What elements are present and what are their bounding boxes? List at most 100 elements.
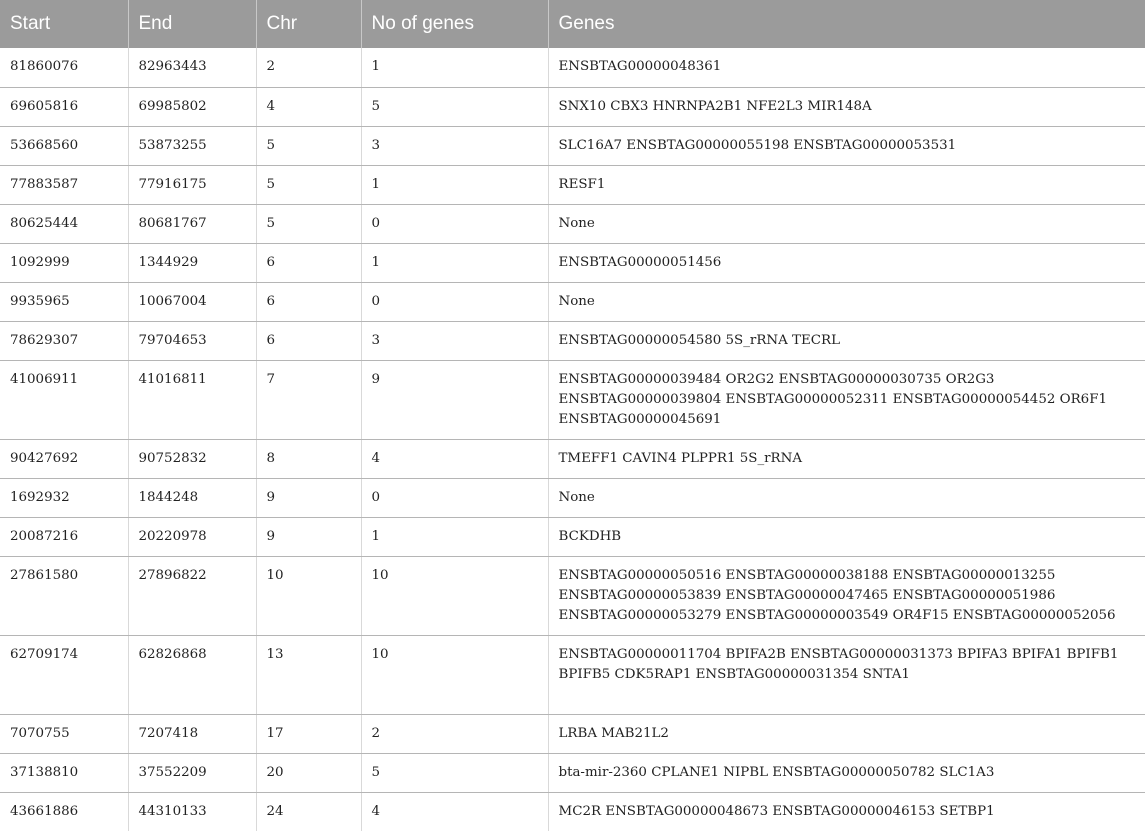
table-row: 78629307 79704653 6 3 ENSBTAG00000054580… [0,321,1145,361]
cell-genes: BCKDHB [547,517,1145,557]
cell-end: 90752832 [127,439,256,479]
table-row: 20087216 20220978 9 1 BCKDHB [0,517,1145,557]
cell-gene-count: 1 [360,517,548,557]
cell-start: 37138810 [0,753,128,793]
cell-genes: ENSBTAG00000050516 ENSBTAG00000038188 EN… [547,556,1145,636]
cell-gene-count: 0 [360,204,548,244]
table-row: 1092999 1344929 6 1 ENSBTAG00000051456 [0,243,1145,283]
cell-genes: SNX10 CBX3 HNRNPA2B1 NFE2L3 MIR148A [547,87,1145,127]
cell-end: 41016811 [127,360,256,440]
cell-genes: None [547,204,1145,244]
cell-end: 7207418 [127,714,256,754]
cell-genes: ENSBTAG00000011704 BPIFA2B ENSBTAG000000… [547,635,1145,715]
cell-chr: 7 [255,360,361,440]
cell-genes: ENSBTAG00000039484 OR2G2 ENSBTAG00000030… [547,360,1145,440]
cell-chr: 5 [255,204,361,244]
cell-start: 9935965 [0,282,128,322]
table-row: 37138810 37552209 20 5 bta-mir-2360 CPLA… [0,753,1145,793]
table-row: 7070755 7207418 17 2 LRBA MAB21L2 [0,714,1145,754]
cell-start: 1092999 [0,243,128,283]
header-chr: Chr [255,0,361,48]
cell-gene-count: 1 [360,243,548,283]
cell-genes: bta-mir-2360 CPLANE1 NIPBL ENSBTAG000000… [547,753,1145,793]
cell-start: 20087216 [0,517,128,557]
cell-chr: 2 [255,48,361,88]
cell-gene-count: 2 [360,714,548,754]
cell-genes: MC2R ENSBTAG00000048673 ENSBTAG000000461… [547,792,1145,831]
cell-gene-count: 1 [360,48,548,88]
table-row: 69605816 69985802 4 5 SNX10 CBX3 HNRNPA2… [0,87,1145,127]
table-row: 77883587 77916175 5 1 RESF1 [0,165,1145,205]
cell-genes: LRBA MAB21L2 [547,714,1145,754]
genes-table: Start End Chr No of genes Genes 81860076… [0,0,1145,831]
cell-chr: 6 [255,282,361,322]
header-row: Start End Chr No of genes Genes [0,0,1145,48]
cell-chr: 9 [255,517,361,557]
table-row: 90427692 90752832 8 4 TMEFF1 CAVIN4 PLPP… [0,439,1145,479]
cell-start: 27861580 [0,556,128,636]
cell-gene-count: 10 [360,556,548,636]
cell-genes: ENSBTAG00000051456 [547,243,1145,283]
table-row: 9935965 10067004 6 0 None [0,282,1145,322]
cell-start: 43661886 [10,803,79,819]
header-start: Start [10,13,51,34]
cell-genes: ENSBTAG00000054580 5S_rRNA TECRL [547,321,1145,361]
cell-start: 78629307 [0,321,128,361]
cell-end: 82963443 [127,48,256,88]
table-row: 81860076 82963443 2 1 ENSBTAG00000048361 [0,48,1145,88]
table-body: 81860076 82963443 2 1 ENSBTAG00000048361… [0,48,1145,831]
cell-end: 53873255 [127,126,256,166]
cell-gene-count: 4 [360,792,548,831]
cell-start: 90427692 [0,439,128,479]
table-header: Start End Chr No of genes Genes [0,0,1145,48]
header-genes: Genes [547,0,1145,48]
cell-start: 62709174 [0,635,128,715]
cell-start: 7070755 [0,714,128,754]
cell-end: 37552209 [127,753,256,793]
cell-start: 53668560 [0,126,128,166]
cell-chr: 24 [255,792,361,831]
cell-genes: ENSBTAG00000048361 [547,48,1145,88]
cell-chr: 6 [255,321,361,361]
cell-start: 69605816 [0,87,128,127]
cell-chr: 9 [255,478,361,518]
cell-start: 41006911 [0,360,128,440]
cell-genes: None [547,282,1145,322]
table-row: 80625444 80681767 5 0 None [0,204,1145,244]
cell-gene-count: 0 [360,282,548,322]
cell-chr: 4 [255,87,361,127]
cell-end: 1844248 [127,478,256,518]
cell-end: 44310133 [127,792,256,831]
cell-end: 1344929 [127,243,256,283]
cell-gene-count: 3 [360,126,548,166]
cell-end: 20220978 [127,517,256,557]
cell-chr: 8 [255,439,361,479]
cell-genes: RESF1 [547,165,1145,205]
cell-chr: 20 [255,753,361,793]
cell-end: 80681767 [127,204,256,244]
cell-chr: 5 [255,165,361,205]
cell-end: 79704653 [127,321,256,361]
cell-gene-count: 3 [360,321,548,361]
header-end: End [127,0,256,48]
cell-start: 81860076 [0,48,128,88]
table-row: 41006911 41016811 7 9 ENSBTAG00000039484… [0,360,1145,440]
cell-start: 77883587 [0,165,128,205]
cell-chr: 10 [255,556,361,636]
table-row: 1692932 1844248 9 0 None [0,478,1145,518]
cell-genes: None [547,478,1145,518]
cell-end: 62826868 [127,635,256,715]
cell-genes: TMEFF1 CAVIN4 PLPPR1 5S_rRNA [547,439,1145,479]
cell-gene-count: 10 [360,635,548,715]
cell-end: 77916175 [127,165,256,205]
cell-gene-count: 5 [360,87,548,127]
cell-gene-count: 9 [360,360,548,440]
cell-chr: 5 [255,126,361,166]
cell-chr: 6 [255,243,361,283]
table-row: 62709174 62826868 13 10 ENSBTAG000000117… [0,635,1145,715]
cell-chr: 13 [255,635,361,715]
cell-end: 10067004 [127,282,256,322]
cell-start: 1692932 [0,478,128,518]
table-row: 27861580 27896822 10 10 ENSBTAG000000505… [0,556,1145,636]
header-no-of-genes: No of genes [360,0,548,48]
